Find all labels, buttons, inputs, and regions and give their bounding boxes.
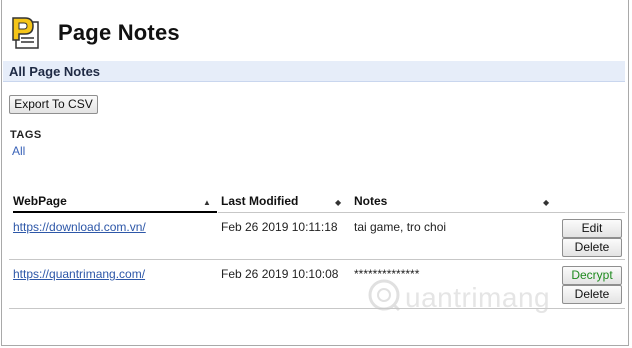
column-header-last-modified[interactable]: Last Modified ◆ [221, 194, 348, 211]
row-divider [9, 259, 625, 260]
column-label-notes: Notes [354, 194, 388, 208]
tag-all-link[interactable]: All [12, 144, 25, 158]
tags-label: TAGS [10, 129, 42, 141]
sort-icon[interactable]: ◆ [335, 196, 341, 210]
row-1-delete-button[interactable]: Delete [562, 238, 622, 257]
page-notes-logo-icon [11, 16, 41, 50]
row-2-last-modified: Feb 26 2019 10:10:08 [221, 267, 339, 281]
row-1-notes: tai game, tro choi [354, 220, 447, 234]
row-1-url-link[interactable]: https://download.com.vn/ [13, 220, 146, 234]
sort-icon[interactable]: ◆ [543, 196, 549, 210]
column-label-webpage: WebPage [13, 194, 67, 208]
row-1-edit-button[interactable]: Edit [562, 219, 622, 238]
watermark-text: uantrimang [405, 281, 551, 313]
app-header: Page Notes [11, 15, 180, 51]
row-2-delete-button[interactable]: Delete [562, 285, 622, 304]
row-2-decrypt-button[interactable]: Decrypt [562, 266, 622, 285]
row-1-last-modified: Feb 26 2019 10:11:18 [221, 220, 338, 234]
watermark-logo-icon [367, 278, 401, 317]
header-divider [218, 212, 625, 213]
watermark: uantrimang [367, 278, 550, 317]
sort-ascending-icon[interactable]: ▲ [203, 196, 211, 210]
column-header-notes[interactable]: Notes ◆ [354, 194, 552, 211]
app-title: Page Notes [58, 20, 180, 45]
export-csv-button[interactable]: Export To CSV [9, 95, 98, 114]
section-title: All Page Notes [3, 61, 625, 82]
row-2-url-link[interactable]: https://quantrimang.com/ [13, 267, 145, 281]
column-label-last-modified: Last Modified [221, 194, 299, 208]
column-header-webpage[interactable]: WebPage ▲ [13, 194, 217, 213]
